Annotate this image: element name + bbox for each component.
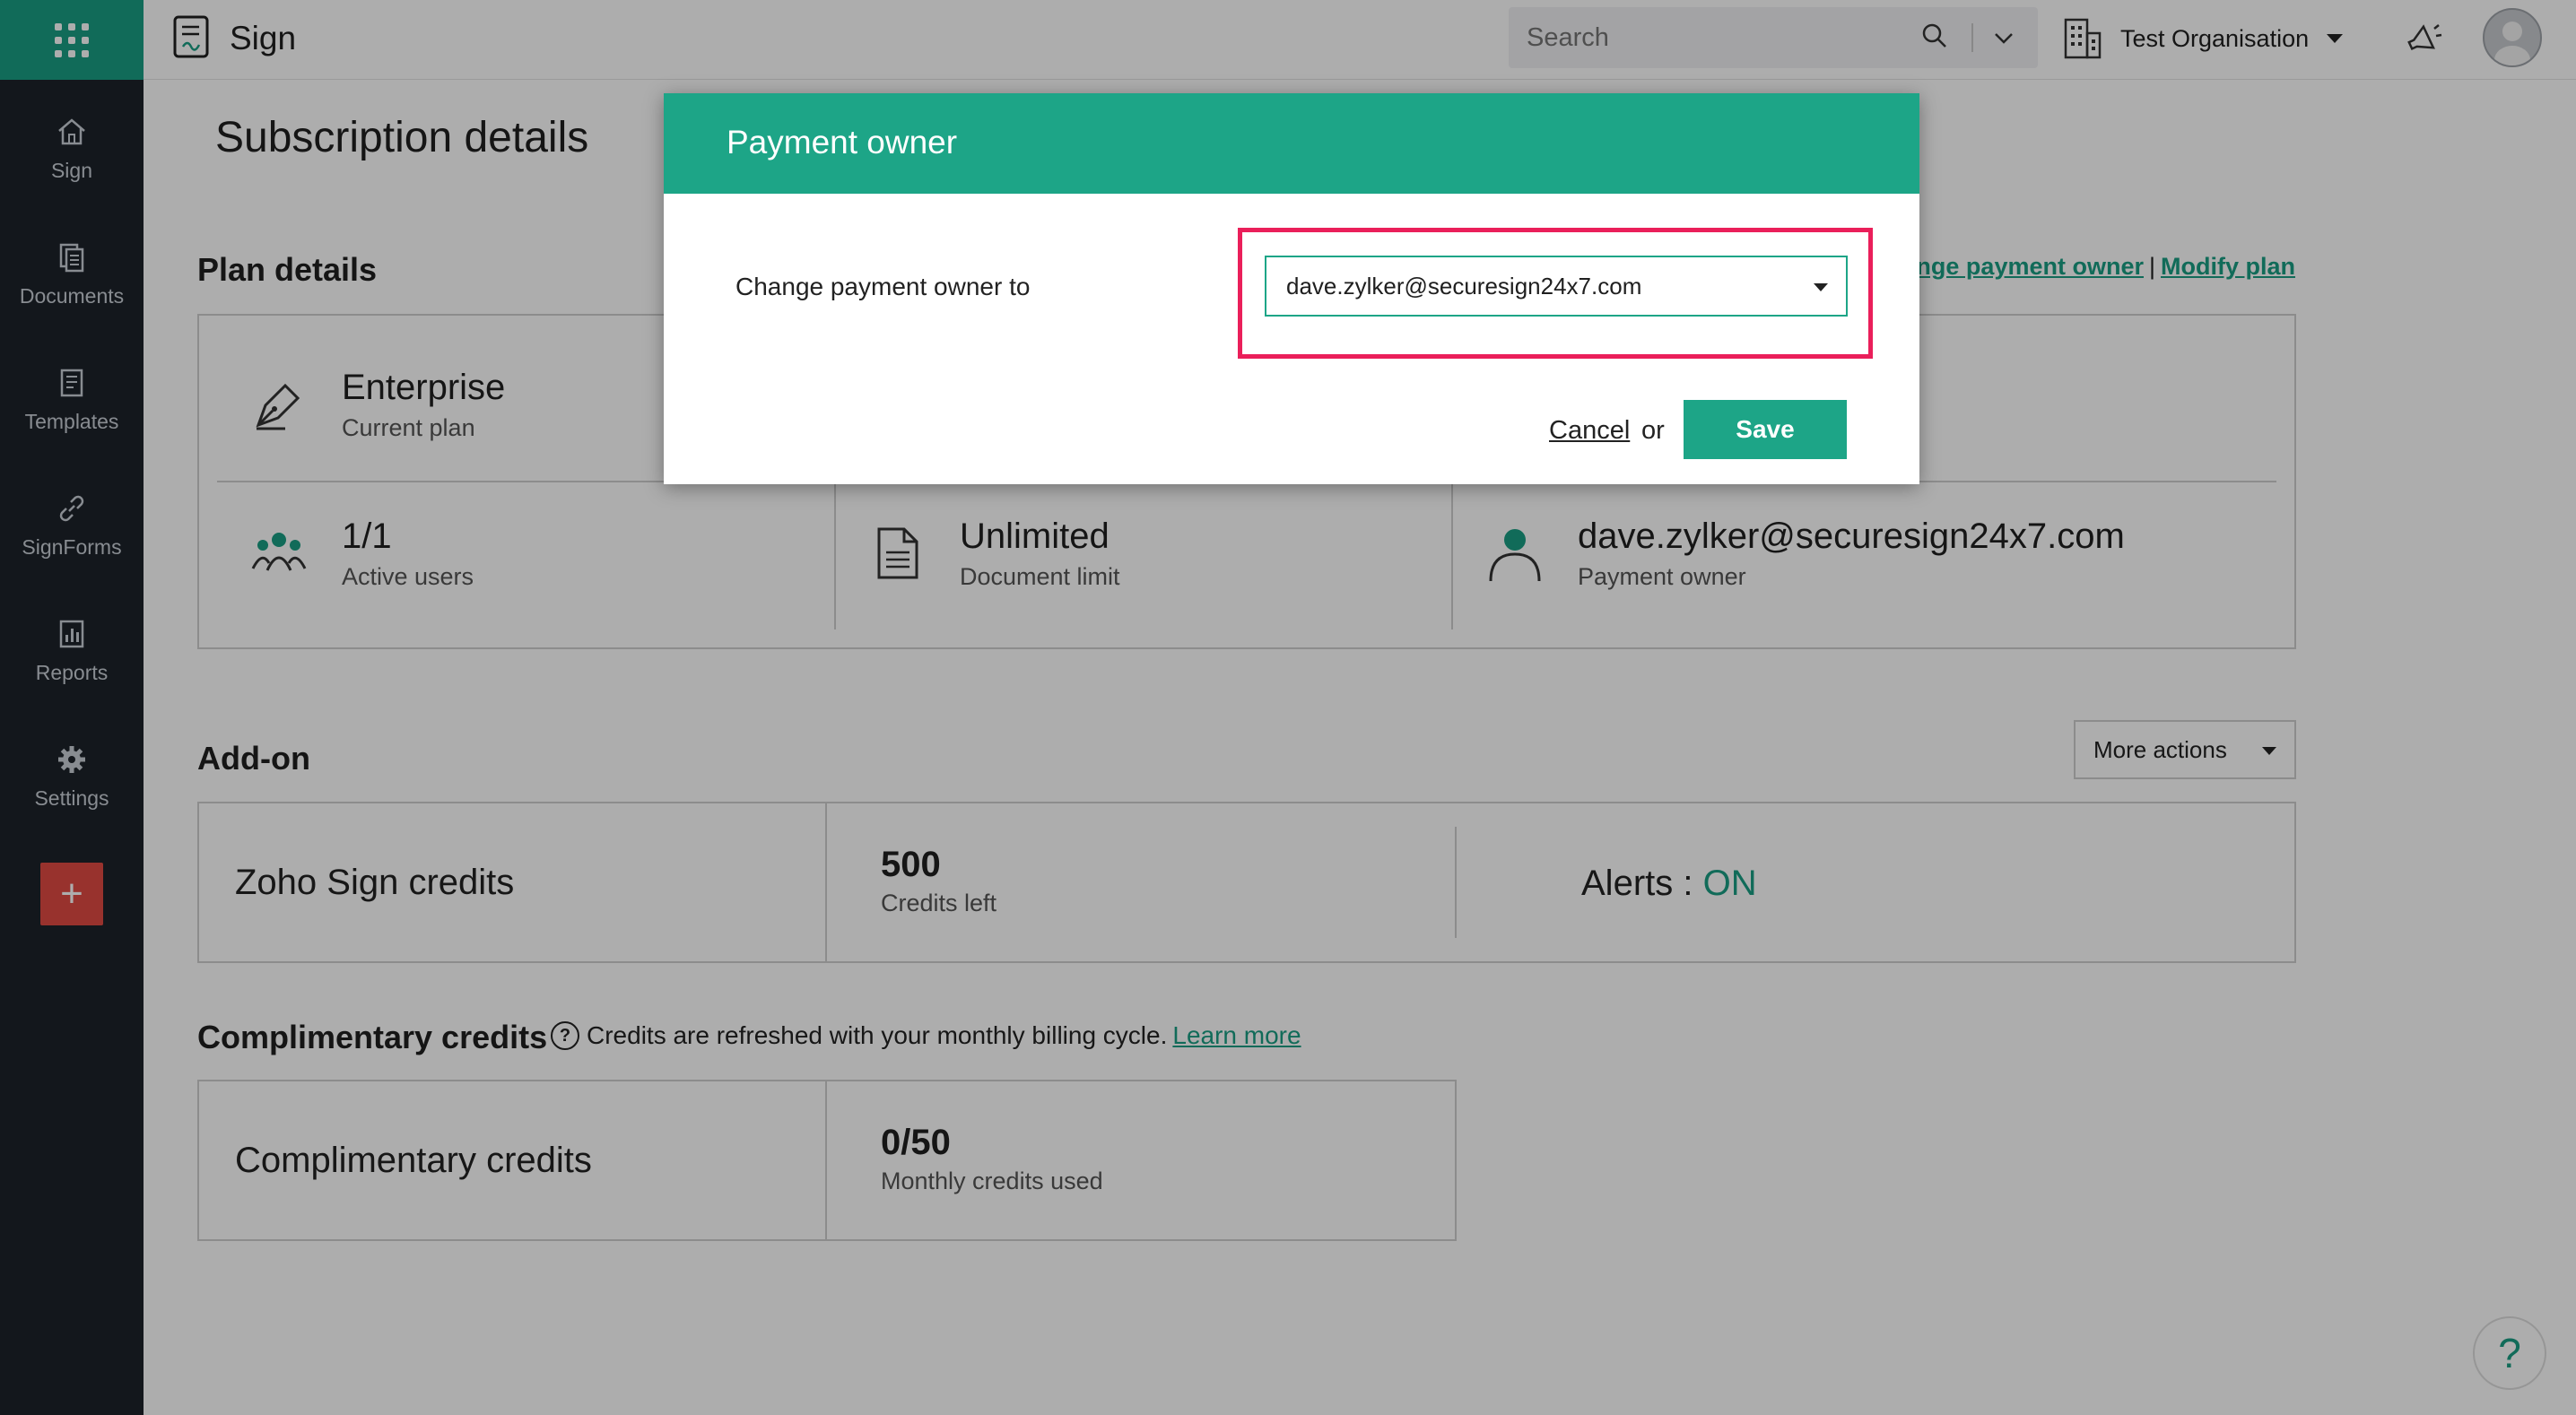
change-owner-label: Change payment owner to: [735, 273, 1031, 300]
cancel-button[interactable]: Cancel: [1549, 416, 1630, 446]
caret-down-icon: [1814, 283, 1828, 291]
dialog-title: Payment owner: [727, 124, 958, 161]
dialog-header: Payment owner: [664, 93, 1919, 194]
payment-owner-dialog: Payment owner Change payment owner to da…: [664, 93, 1919, 484]
or-text: or: [1641, 416, 1665, 445]
selected-owner: dave.zylker@securesign24x7.com: [1286, 272, 1642, 299]
payment-owner-select[interactable]: dave.zylker@securesign24x7.com: [1265, 256, 1848, 317]
save-button[interactable]: Save: [1684, 400, 1847, 459]
